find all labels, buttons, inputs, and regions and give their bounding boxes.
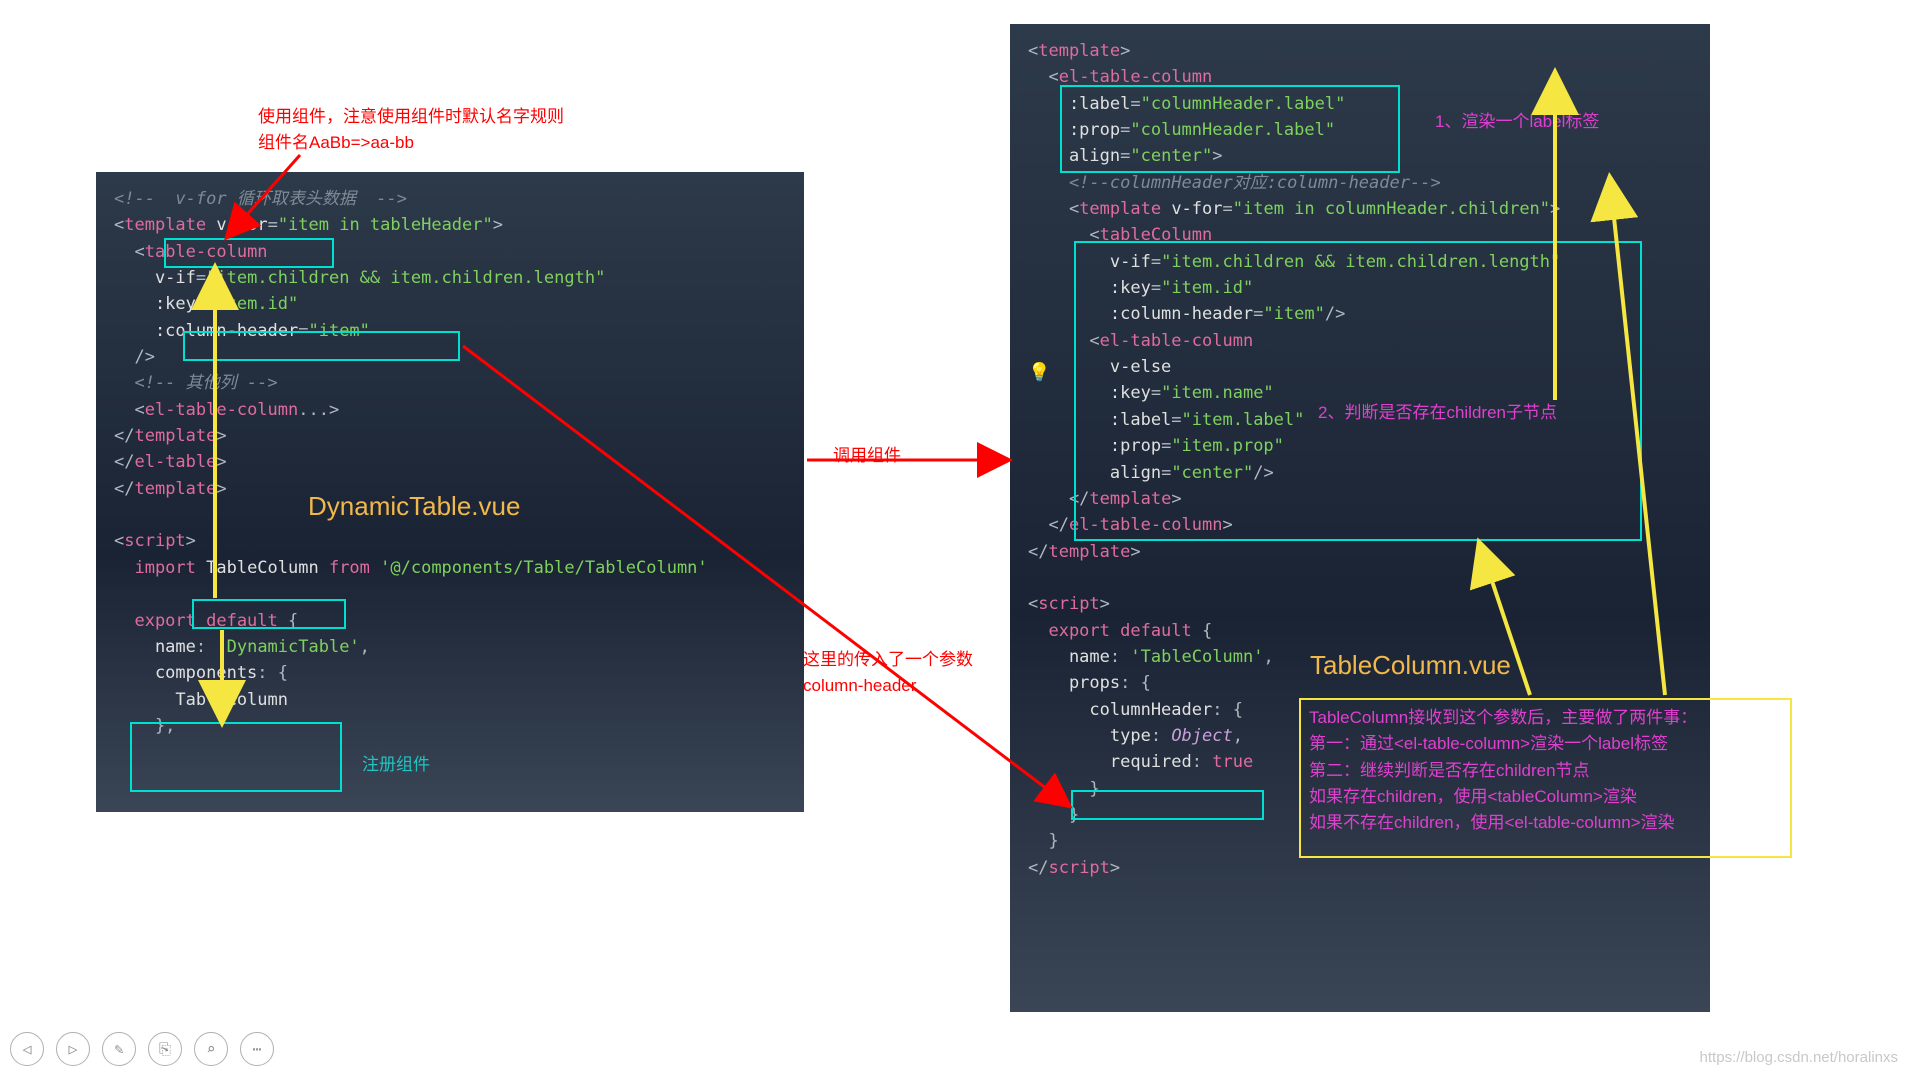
- code-line: <tableColumn: [1028, 222, 1692, 248]
- text: TableColumn接收到这个参数后，主要做了两件事：: [1309, 708, 1697, 727]
- code-line: :column-header="item": [114, 318, 786, 344]
- code-line: v-if="item.children && item.children.len…: [114, 265, 786, 291]
- text: 使用组件，注意使用组件时默认名字规则: [258, 107, 564, 126]
- code-line: <template>: [1028, 38, 1692, 64]
- code-line: <template v-for="item in columnHeader.ch…: [1028, 196, 1692, 222]
- copy-button[interactable]: ⎘: [148, 1032, 182, 1066]
- more-button[interactable]: ⋯: [240, 1032, 274, 1066]
- code-line: <script>: [1028, 591, 1692, 617]
- text: 这里的传入了一个参数: [803, 650, 973, 669]
- code-line: <el-table-column...>: [114, 397, 786, 423]
- more-icon: ⋯: [252, 1040, 261, 1058]
- code-line: <el-table-column: [1028, 64, 1692, 90]
- code-line: :key="item.id": [114, 291, 786, 317]
- code-line: <template v-for="item in tableHeader">: [114, 212, 786, 238]
- code-panel-table-column: <template> <el-table-column :label="colu…: [1010, 24, 1710, 1012]
- annotation-render-label: 1、渲染一个label标签: [1435, 109, 1599, 135]
- file-label-left: DynamicTable.vue: [308, 491, 520, 522]
- code-line: <table-column: [114, 239, 786, 265]
- text: 第二：继续判断是否存在children节点: [1309, 761, 1590, 780]
- annotation-yellow-explain: TableColumn接收到这个参数后，主要做了两件事： 第一：通过<el-ta…: [1309, 705, 1789, 837]
- code-line: [1028, 565, 1692, 591]
- code-line: <el-table-column: [1028, 328, 1692, 354]
- text: 第一：通过<el-table-column>渲染一个label标签: [1309, 734, 1668, 753]
- code-line: v-else: [1028, 354, 1692, 380]
- code-line: export default {: [1028, 618, 1692, 644]
- code-line: </el-table-column>: [1028, 512, 1692, 538]
- next-icon: ▷: [68, 1040, 77, 1058]
- code-line: </template>: [1028, 486, 1692, 512]
- search-button[interactable]: ⌕: [194, 1032, 228, 1066]
- pen-icon: ✎: [114, 1040, 123, 1058]
- code-line: :key="item.id": [1028, 275, 1692, 301]
- code-line: export default {: [114, 608, 786, 634]
- code-line: align="center"/>: [1028, 460, 1692, 486]
- code-line: components: {: [114, 660, 786, 686]
- lightbulb-icon: 💡: [1028, 362, 1050, 383]
- code-line: import TableColumn from '@/components/Ta…: [114, 555, 786, 581]
- code-line: v-if="item.children && item.children.len…: [1028, 249, 1692, 275]
- annotation-register: 注册组件: [362, 752, 430, 778]
- code-line: },: [114, 713, 786, 739]
- text: 如果不存在children，使用<el-table-column>渲染: [1309, 813, 1675, 832]
- code-line: </el-table>: [114, 449, 786, 475]
- annotation-param: 这里的传入了一个参数 column-header: [803, 647, 973, 698]
- annotation-component-naming: 使用组件，注意使用组件时默认名字规则 组件名AaBb=>aa-bb: [258, 104, 564, 155]
- code-line: name: 'DynamicTable',: [114, 634, 786, 660]
- annotation-children-check: 2、判断是否存在children子节点: [1318, 400, 1557, 426]
- code-line: <!--columnHeader对应:column-header-->: [1028, 170, 1692, 196]
- file-label-right: TableColumn.vue: [1310, 650, 1511, 681]
- watermark: https://blog.csdn.net/horalinxs: [1700, 1049, 1898, 1066]
- code-line: </template>: [1028, 539, 1692, 565]
- prev-icon: ◁: [22, 1040, 31, 1058]
- edit-button[interactable]: ✎: [102, 1032, 136, 1066]
- code-line: </script>: [1028, 855, 1692, 881]
- annotation-call-component: 调用组件: [833, 443, 901, 469]
- code-line: TableColumn: [114, 687, 786, 713]
- code-line: align="center">: [1028, 143, 1692, 169]
- text: 如果存在children，使用<tableColumn>渲染: [1309, 787, 1637, 806]
- next-button[interactable]: ▷: [56, 1032, 90, 1066]
- text: column-header: [803, 676, 916, 695]
- code-line: <!-- v-for 循环取表头数据 -->: [114, 186, 786, 212]
- code-line: />: [114, 344, 786, 370]
- prev-button[interactable]: ◁: [10, 1032, 44, 1066]
- text: 组件名AaBb=>aa-bb: [258, 133, 414, 152]
- search-icon: ⌕: [206, 1040, 215, 1058]
- code-line: [114, 581, 786, 607]
- code-line: </template>: [114, 423, 786, 449]
- code-line: <!-- 其他列 -->: [114, 370, 786, 396]
- copy-icon: ⎘: [159, 1040, 171, 1058]
- code-line: <script>: [114, 528, 786, 554]
- code-line: :column-header="item"/>: [1028, 301, 1692, 327]
- toolbar: ◁ ▷ ✎ ⎘ ⌕ ⋯: [10, 1032, 274, 1066]
- code-line: :prop="item.prop": [1028, 433, 1692, 459]
